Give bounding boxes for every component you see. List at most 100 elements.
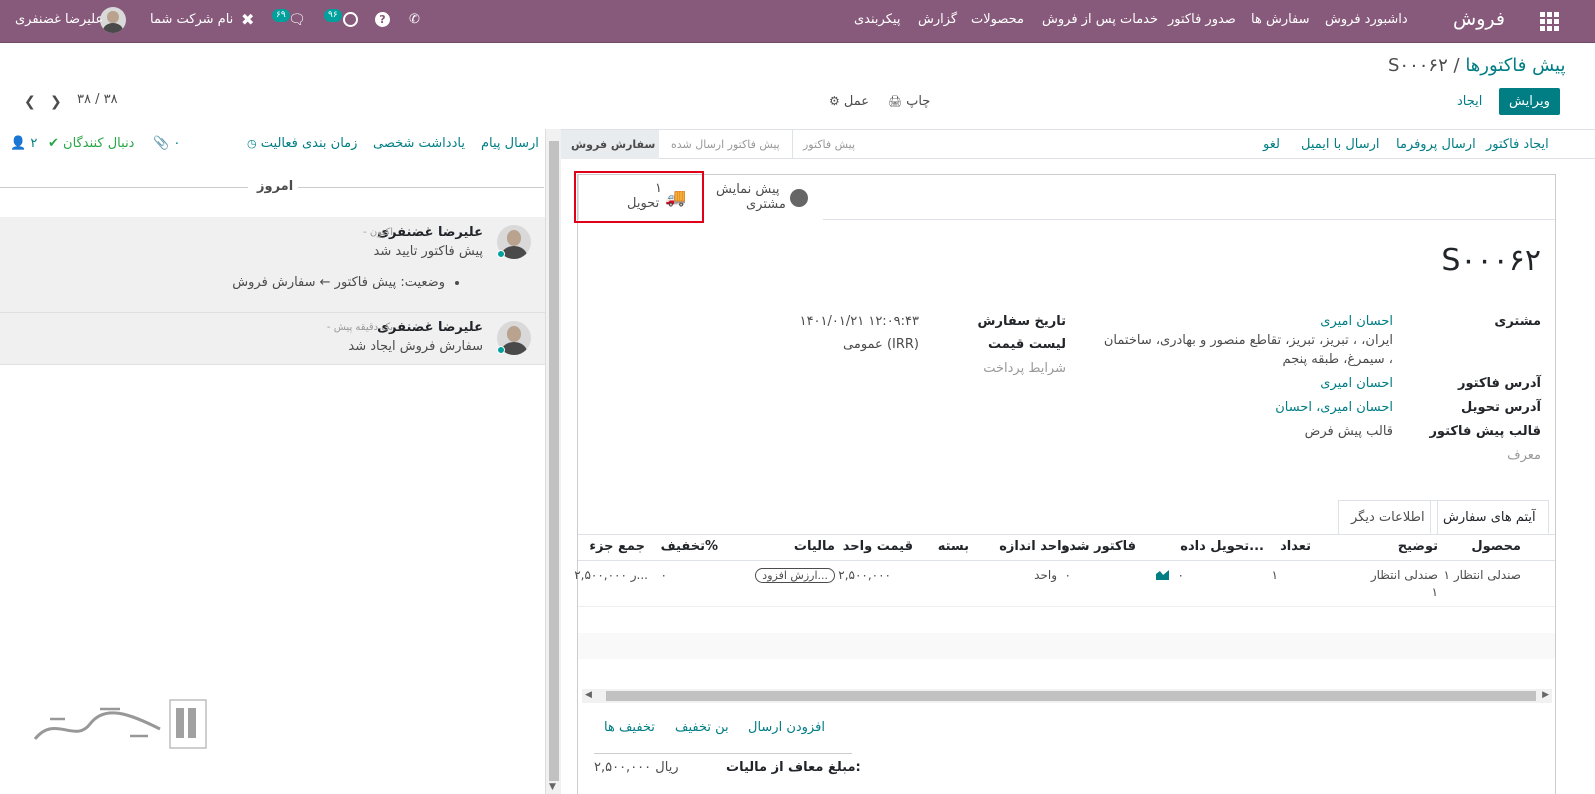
debug-tools-icon[interactable]: ✖ — [241, 10, 254, 29]
user-avatar[interactable] — [100, 7, 126, 33]
line-discount[interactable]: ۰ — [661, 568, 667, 582]
column-uom[interactable]: واحد اندازه ... — [999, 539, 1089, 554]
scroll-down-arrow[interactable]: ▼ — [549, 782, 556, 792]
tab-order-lines[interactable]: آیتم های سفارش — [1430, 500, 1549, 534]
column-taxes[interactable]: مالیات — [794, 539, 835, 554]
customer-address-line2: سیمرغ، طبقه پنجم ، — [1282, 352, 1393, 367]
pager-previous-button[interactable]: ❮ — [24, 94, 36, 110]
referrer-label: معرف — [1507, 448, 1541, 463]
untaxed-amount-label: مبلغ معاف از مالیات: — [726, 760, 861, 775]
pricelist-value[interactable]: عمومی (IRR) — [843, 337, 919, 352]
discounts-button[interactable]: تخفیف ها — [604, 720, 655, 735]
form-statusbar: ایجاد فاکتور ارسال پروفرما ارسال با ایمی… — [561, 129, 1595, 159]
menu-sales-dashboard[interactable]: داشبورد فروش — [1325, 12, 1408, 27]
tracking-bullet — [455, 281, 459, 285]
stage-quotation-sent[interactable]: پیش فاکتور ارسال شده — [661, 130, 790, 159]
column-package[interactable]: بسته — [938, 539, 969, 554]
followers-count: ۲ — [30, 136, 38, 151]
menu-configuration[interactable]: پیکربندی — [854, 12, 900, 27]
clock-icon: ◷ — [247, 137, 257, 150]
order-name: S۰۰۰۶۲ — [1441, 243, 1541, 278]
log-note-button[interactable]: یادداشت شخصی — [373, 136, 465, 151]
globe-icon — [790, 189, 808, 207]
send-proforma-button[interactable]: ارسال پروفرما — [1396, 137, 1476, 152]
online-status-icon — [497, 250, 505, 258]
stage-sales-order[interactable]: سفارش فروش — [561, 130, 659, 159]
tracking-value: وضعیت: پیش فاکتور ← سفارش فروش — [232, 275, 445, 290]
action-button[interactable]: ⚙ عمل — [829, 94, 869, 109]
line-product[interactable]: صندلی انتظار ۱ — [1444, 568, 1521, 582]
send-email-button[interactable]: ارسال با ایمیل — [1301, 137, 1380, 152]
apps-grid-icon[interactable] — [1540, 12, 1560, 32]
quotation-template-label: قالب پیش فاکتور — [1429, 424, 1541, 439]
breadcrumb-current: S۰۰۰۶۲ — [1388, 55, 1448, 76]
menu-reporting[interactable]: گزارش — [918, 12, 957, 27]
attachments-button[interactable]: 📎 ۰ — [153, 136, 180, 151]
column-description[interactable]: توضیح — [1398, 539, 1438, 554]
line-uom[interactable]: واحد — [1034, 568, 1057, 582]
invoice-address-value[interactable]: احسان امیری — [1320, 376, 1393, 391]
activity-clock-icon[interactable] — [343, 12, 358, 27]
delivery-address-value[interactable]: احسان امیری، احسان — [1275, 400, 1393, 415]
company-switcher[interactable]: نام شرکت شما — [150, 12, 233, 27]
tab-other-info[interactable]: اطلاعات دیگر — [1338, 500, 1438, 534]
column-quantity[interactable]: تعداد — [1280, 539, 1311, 554]
vertical-scrollbar[interactable]: ▼ — [545, 129, 561, 794]
quotation-template-value[interactable]: قالب پیش فرض — [1305, 424, 1393, 439]
menu-invoicing[interactable]: صدور فاکتور — [1168, 12, 1236, 27]
preview-label-line2: مشتری — [746, 197, 786, 212]
customer-value[interactable]: احسان امیری — [1320, 314, 1393, 329]
create-button[interactable]: ایجاد — [1457, 94, 1482, 109]
online-status-icon — [497, 346, 505, 354]
gear-icon: ⚙ — [829, 94, 840, 108]
line-description[interactable]: صندلی انتظار — [1371, 568, 1438, 582]
date-separator-line-right — [298, 187, 544, 188]
menu-after-sales[interactable]: خدمات پس از فروش — [1042, 12, 1158, 27]
column-unit-price[interactable]: قیمت واحد — [843, 539, 913, 554]
horizontal-scrollbar-thumb[interactable] — [606, 691, 1536, 701]
message-time: - اکنون — [363, 227, 393, 238]
menu-products[interactable]: محصولات — [971, 12, 1024, 27]
create-invoice-button[interactable]: ایجاد فاکتور — [1486, 137, 1549, 152]
cancel-order-button[interactable]: لغو — [1263, 137, 1280, 152]
user-menu[interactable]: علیرضا غضنفری — [15, 12, 103, 27]
column-delivered[interactable]: تحویل داده... — [1180, 539, 1264, 554]
pager-value[interactable]: ۳۸ / ۳۸ — [77, 92, 118, 107]
top-navbar: فروش داشبورد فروش سفارش ها صدور فاکتور خ… — [0, 0, 1595, 43]
vertical-scrollbar-thumb[interactable] — [549, 141, 559, 781]
message-body: سفارش فروش ایجاد شد — [348, 339, 483, 354]
order-date-value[interactable]: ۱۴۰۱/۰۱/۲۱ ۱۲:۰۹:۴۳ — [800, 314, 919, 329]
phone-icon[interactable]: ✆ — [409, 12, 420, 27]
line-quantity[interactable]: ۱ — [1272, 568, 1278, 582]
customer-preview-button[interactable]: پیش نمایش مشتری — [703, 175, 823, 220]
scroll-left-arrow[interactable]: ◀ — [585, 690, 592, 700]
schedule-activity-button[interactable]: ◷ زمان بندی فعالیت — [247, 136, 357, 151]
followers-button[interactable]: 👤 ۲ — [10, 136, 37, 151]
stage-quotation[interactable]: پیش فاکتور — [792, 130, 865, 159]
coupon-button[interactable]: بن تخفیف — [675, 720, 729, 735]
activity-count-badge: ۹۶ — [324, 9, 342, 22]
line-tax-tag[interactable]: ارزش افزود... — [755, 568, 835, 583]
print-button[interactable]: 🖨 چاپ — [888, 94, 930, 109]
breadcrumb-parent[interactable]: پیش فاکتورها — [1465, 55, 1565, 76]
messaging-icon[interactable]: 🗨 — [288, 12, 306, 28]
help-icon[interactable]: ? — [375, 12, 390, 27]
column-discount[interactable]: تخفیف% — [661, 539, 718, 554]
scroll-right-arrow[interactable]: ▶ — [1542, 690, 1549, 700]
edit-button[interactable]: ویرایش — [1499, 88, 1560, 115]
date-separator-line — [0, 187, 248, 188]
pager-next-button[interactable]: ❯ — [50, 94, 62, 110]
horizontal-scrollbar[interactable]: ◀ ▶ — [582, 689, 1552, 703]
line-uom-qty: ۰ — [1064, 568, 1071, 582]
add-shipping-button[interactable]: افزودن ارسال — [748, 720, 825, 735]
follow-label: دنبال کنندگان — [63, 136, 135, 151]
menu-orders[interactable]: سفارش ها — [1251, 12, 1310, 27]
line-unit-price[interactable]: ۲,۵۰۰,۰۰۰ — [838, 568, 891, 582]
line-description-2: ۱ — [1431, 585, 1438, 599]
follow-button[interactable]: ✔ دنبال کنندگان — [48, 136, 134, 151]
column-product[interactable]: محصول — [1471, 539, 1521, 554]
app-name[interactable]: فروش — [1453, 8, 1505, 30]
column-subtotal[interactable]: جمع جزء — [589, 539, 645, 554]
send-message-button[interactable]: ارسال پیام — [481, 136, 539, 151]
customer-label: مشتری — [1494, 314, 1541, 329]
